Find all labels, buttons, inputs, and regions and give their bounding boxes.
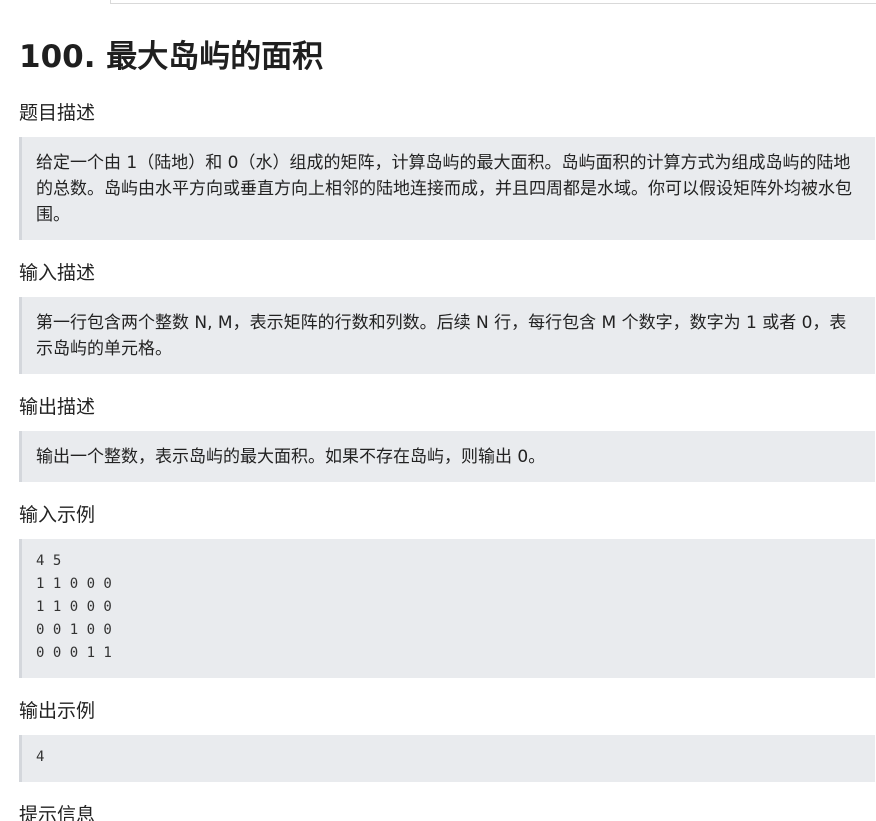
output-description-text: 输出一个整数，表示岛屿的最大面积。如果不存在岛屿，则输出 0。: [36, 447, 546, 467]
input-description-box: 第一行包含两个整数 N, M，表示矩阵的行数和列数。后续 N 行，每行包含 M …: [19, 297, 875, 374]
input-example-line: 0 0 0 1 1: [36, 645, 112, 661]
top-divider: [110, 0, 876, 4]
description-text: 给定一个由 1（陆地）和 0（水）组成的矩阵，计算岛屿的最大面积。岛屿面积的计算…: [36, 153, 852, 225]
input-example-line: 1 1 0 0 0: [36, 576, 112, 592]
description-box: 给定一个由 1（陆地）和 0（水）组成的矩阵，计算岛屿的最大面积。岛屿面积的计算…: [19, 137, 875, 240]
output-description-box: 输出一个整数，表示岛屿的最大面积。如果不存在岛屿，则输出 0。: [19, 431, 875, 482]
input-example-heading: 输入示例: [19, 504, 96, 526]
input-description-text: 第一行包含两个整数 N, M，表示矩阵的行数和列数。后续 N 行，每行包含 M …: [36, 313, 847, 359]
problem-page: 100. 最大岛屿的面积 题目描述 给定一个由 1（陆地）和 0（水）组成的矩阵…: [0, 0, 876, 821]
input-example-code-block: 4 5 1 1 0 0 0 1 1 0 0 0 0 0 1 0 0 0 0 0 1 1: [19, 539, 875, 678]
description-heading: 题目描述: [19, 102, 96, 124]
output-example-heading: 输出示例: [19, 700, 96, 722]
output-description-heading: 输出描述: [19, 396, 96, 418]
page-title: 100. 最大岛屿的面积: [19, 39, 324, 75]
output-example-code-block: 4: [19, 735, 875, 782]
input-example-line: 1 1 0 0 0: [36, 599, 112, 615]
output-example-line: 4: [36, 749, 45, 765]
input-example-line: 0 0 1 0 0: [36, 622, 112, 638]
input-example-line: 4 5: [36, 553, 62, 569]
input-description-heading: 输入描述: [19, 262, 96, 284]
hint-heading: 提示信息: [19, 804, 96, 821]
